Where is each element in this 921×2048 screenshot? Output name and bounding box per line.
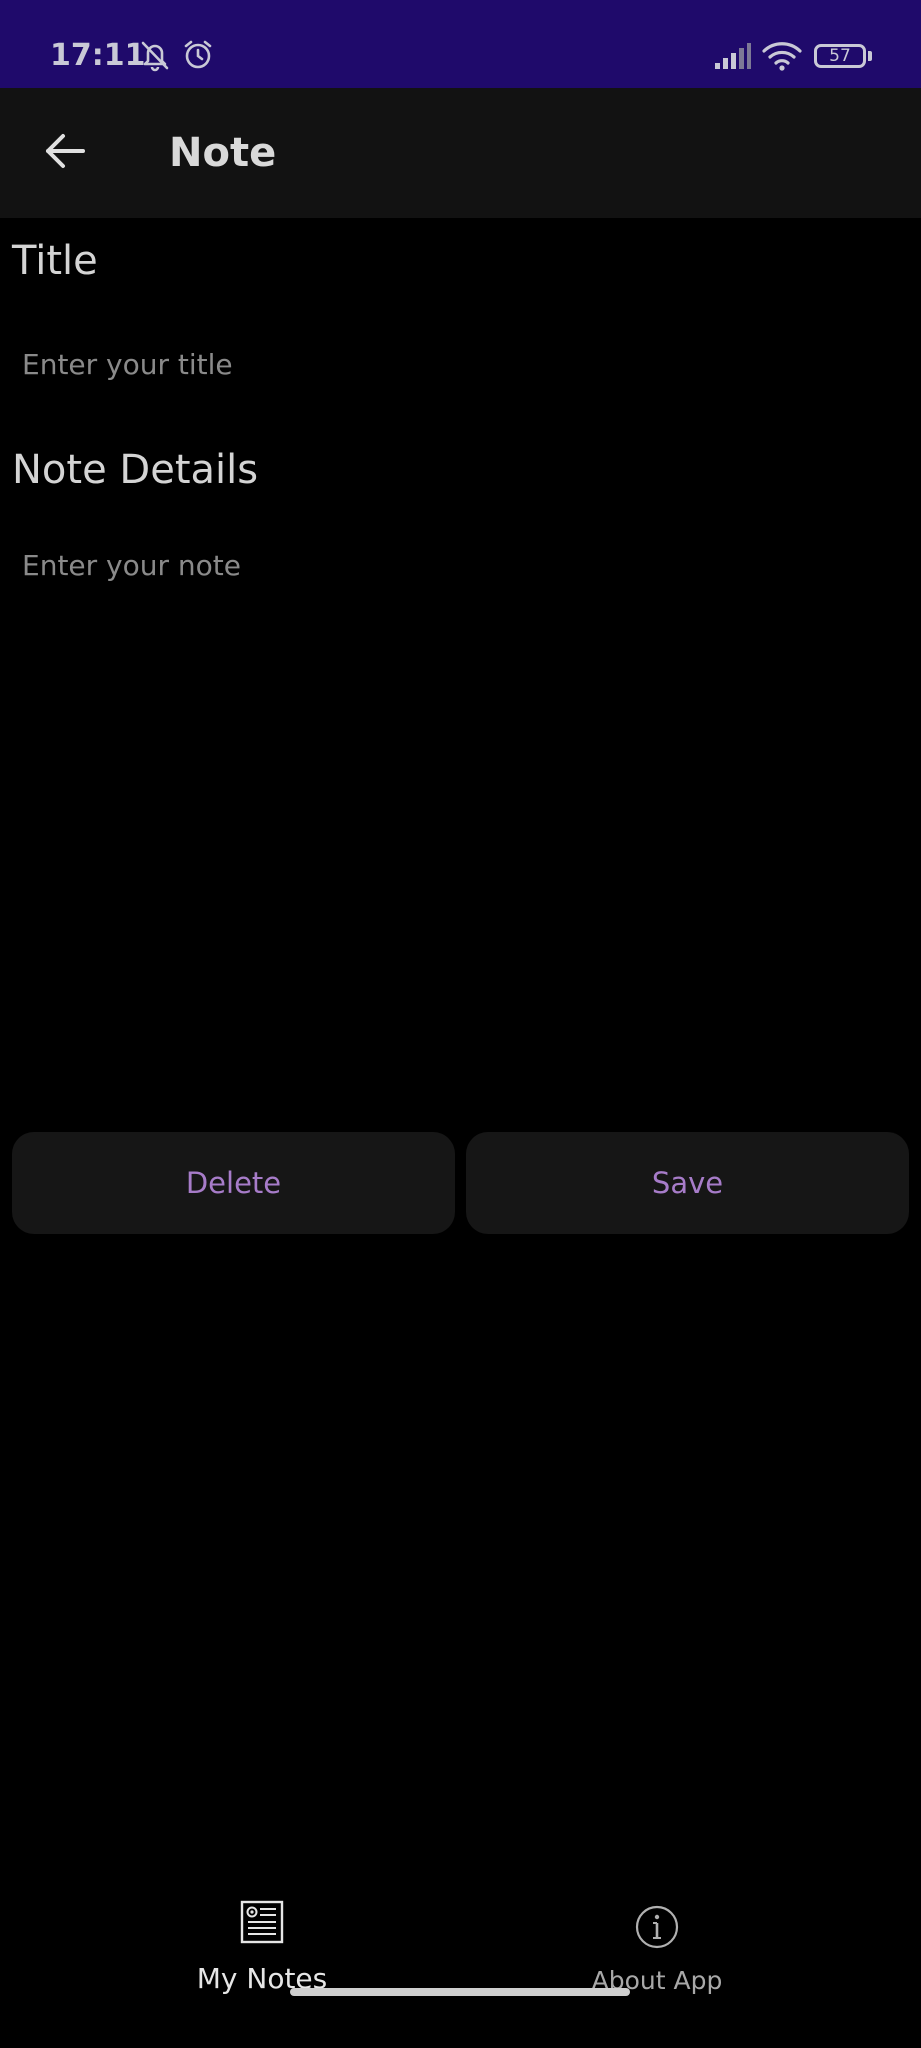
battery-icon: 57 <box>814 44 866 68</box>
alarm-icon <box>181 38 215 76</box>
app-bar: Note <box>0 88 921 218</box>
save-button[interactable]: Save <box>466 1132 909 1234</box>
battery-tip <box>868 51 872 61</box>
info-icon <box>634 1904 680 1954</box>
status-time: 17:11 <box>50 38 146 73</box>
back-button[interactable] <box>30 116 100 186</box>
wifi-icon <box>762 40 802 76</box>
title-label: Title <box>12 238 98 284</box>
note-details-label: Note Details <box>12 447 259 493</box>
page-title: Note <box>169 130 277 176</box>
arrow-left-icon <box>46 134 85 168</box>
signal-icon <box>714 42 752 74</box>
status-bar: 17:11 57 <box>0 0 921 88</box>
notifications-off-icon <box>138 38 172 76</box>
home-indicator[interactable] <box>290 1988 630 1996</box>
note-details-input[interactable] <box>0 546 910 1086</box>
notes-icon <box>239 1900 285 1948</box>
note-screen: 17:11 57 Note Title Enter your title Not… <box>0 0 921 2048</box>
nav-item-about-app[interactable]: About App <box>507 1880 807 2000</box>
nav-item-my-notes[interactable]: My Notes <box>112 1880 412 2000</box>
bottom-nav: My Notes About App <box>0 1880 921 2020</box>
title-input[interactable] <box>0 344 910 384</box>
delete-button[interactable]: Delete <box>12 1132 455 1234</box>
